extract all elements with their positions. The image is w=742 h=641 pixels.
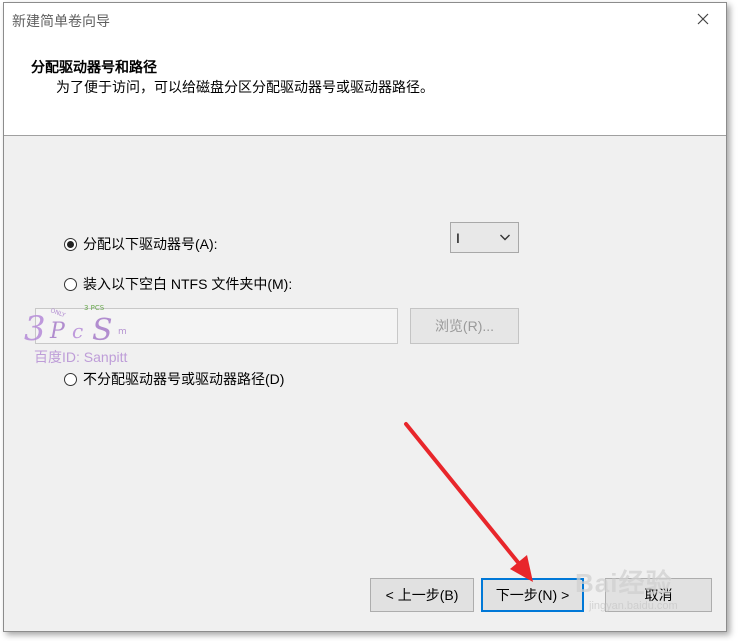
browse-button[interactable]: 浏览(R)... (410, 308, 519, 344)
next-button[interactable]: 下一步(N) > (481, 578, 584, 612)
title-bar: 新建简单卷向导 (4, 3, 726, 35)
svg-text:S: S (92, 313, 113, 348)
option-mount-folder[interactable]: 装入以下空白 NTFS 文件夹中(M): (64, 274, 292, 294)
back-button[interactable]: < 上一步(B) (370, 578, 474, 612)
svg-text:c: c (72, 319, 83, 343)
radio-no-assign[interactable] (64, 372, 77, 386)
svg-text:m: m (118, 327, 127, 337)
baidu-watermark-text: Bai经验 (575, 568, 673, 598)
watermark-logo: ONLY 3 PCS 3 P c S m (24, 304, 127, 349)
option-mount-folder-label: 装入以下空白 NTFS 文件夹中(M): (83, 276, 293, 292)
watermark-id: 百度ID: Sanpitt (34, 349, 128, 365)
page-subtitle: 为了便于访问，可以给磁盘分区分配驱动器号或驱动器路径。 (56, 79, 434, 95)
drive-letter-select[interactable]: I (450, 222, 519, 253)
svg-text:P: P (49, 319, 66, 344)
radio-assign-letter[interactable] (64, 237, 77, 251)
option-no-assign[interactable]: 不分配驱动器号或驱动器路径(D) (64, 369, 284, 389)
page-title: 分配驱动器号和路径 (31, 59, 157, 75)
baidu-watermark-url: jingyan.baidu.com (589, 600, 678, 612)
close-button[interactable] (680, 3, 726, 35)
svg-text:ONLY: ONLY (49, 307, 66, 319)
wizard-header: 分配驱动器号和路径 为了便于访问，可以给磁盘分区分配驱动器号或驱动器路径。 (4, 35, 726, 136)
radio-mount-folder[interactable] (64, 277, 77, 291)
wizard-content: 分配以下驱动器号(A): I 装入以下空白 NTFS 文件夹中(M): 浏览(R… (4, 136, 726, 631)
svg-text:3: 3 (24, 309, 46, 349)
chevron-down-icon (500, 234, 510, 241)
option-assign-letter[interactable]: 分配以下驱动器号(A): (64, 234, 218, 254)
drive-letter-value: I (456, 229, 460, 246)
close-icon (697, 13, 709, 25)
option-no-assign-label: 不分配驱动器号或驱动器路径(D) (83, 371, 285, 387)
window-title: 新建简单卷向导 (12, 13, 110, 29)
option-assign-letter-label: 分配以下驱动器号(A): (83, 236, 218, 252)
svg-text:3 PCS: 3 PCS (84, 304, 105, 312)
baidu-watermark: Bai经验 jingyan.baidu.com (575, 559, 725, 612)
